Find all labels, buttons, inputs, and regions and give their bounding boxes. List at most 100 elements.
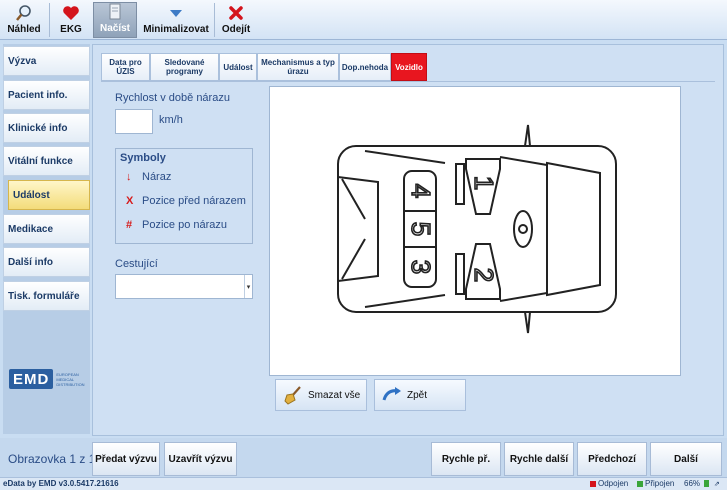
symbol-label: Pozice po nárazu [142, 219, 227, 231]
speed-unit: km/h [159, 114, 183, 126]
button-label: Rychle př. [441, 453, 491, 465]
passenger-select[interactable]: ▾ [115, 274, 253, 299]
sidebar-item-label: Událost [13, 189, 50, 201]
emd-logo: EMD EUROPEAN MEDICAL DISTRIBUTION [9, 368, 87, 390]
passenger-label: Cestující [115, 258, 158, 270]
speed-input[interactable] [115, 109, 153, 134]
exit-button[interactable]: Odejít [216, 2, 256, 38]
sidebar-item-other-info[interactable]: Další info [3, 247, 90, 277]
sidebar-item-print-forms[interactable]: Tisk. formuláře [3, 281, 90, 311]
close-call-button[interactable]: Uzavřít výzvu [164, 442, 237, 476]
car-body [337, 145, 617, 313]
exit-label: Odejít [221, 24, 251, 35]
arrow-down-icon [165, 4, 187, 22]
back-label: Zpět [407, 389, 428, 401]
sidebar-item-label: Vitální funkce [8, 155, 73, 167]
button-label: Předchozí [588, 453, 636, 465]
tab-uzis-data[interactable]: Data pro ÚZIS [101, 53, 150, 81]
vehicle-content: Rychlost v době nárazu km/h Symboly ↓ Nár… [101, 81, 715, 431]
side-line [364, 150, 446, 164]
tab-bar: Data pro ÚZIS Sledované programy Událost… [101, 53, 427, 81]
car-diagram: 4 5 3 1 2 [337, 124, 617, 334]
sidebar-item-event[interactable]: Událost [8, 180, 90, 210]
hash-icon: # [126, 219, 133, 231]
side-line [499, 156, 548, 166]
mirror-top [524, 124, 531, 147]
disconnected-label: Odpojen [598, 479, 629, 488]
screen-counter: Obrazovka 1 z 1 [8, 452, 96, 466]
tab-injury-mechanism[interactable]: Mechanismus a typ úrazu [257, 53, 339, 81]
quick-previous-button[interactable]: Rychle př. [431, 442, 501, 476]
windshield [546, 161, 601, 297]
seat-label-5[interactable]: 5 [405, 221, 437, 237]
back-button[interactable]: Zpět [374, 379, 466, 411]
tab-label: Událost [223, 62, 253, 72]
hand-over-call-button[interactable]: Předat výzvu [92, 442, 160, 476]
close-icon [225, 4, 247, 22]
sidebar-item-vyzva[interactable]: Výzva [3, 46, 90, 76]
sidebar-item-clinical-info[interactable]: Klinické info [3, 113, 90, 143]
seat-label-3[interactable]: 3 [405, 259, 437, 275]
toolbar: Náhled EKG Načíst Minimalizovat Odejít [0, 0, 727, 40]
impact-arrow-icon: ↓ [126, 171, 132, 183]
sidebar-item-medication[interactable]: Medikace [3, 214, 90, 244]
zoom-label: 66% [684, 479, 701, 488]
version-text: eData by EMD v3.0.5417.21616 [3, 479, 119, 488]
minimize-button[interactable]: Minimalizovat [140, 2, 212, 38]
cross-icon: X [126, 195, 134, 207]
sidebar-item-label: Další info [8, 256, 54, 268]
mirror-bottom [524, 311, 531, 334]
sidebar-item-label: Tisk. formuláře [8, 290, 80, 302]
seat-label-4[interactable]: 4 [405, 183, 437, 199]
preview-button[interactable]: Náhled [4, 2, 44, 38]
sidebar-item-vital-functions[interactable]: Vitální funkce [3, 146, 90, 176]
sidebar-item-patient-info[interactable]: Pacient info. [3, 80, 90, 110]
bottom-bar: Obrazovka 1 z 1 Předat výzvu Uzavřít výz… [0, 438, 727, 477]
resize-grip-icon[interactable]: ⇗ [714, 480, 720, 488]
sidebar-item-label: Pacient info. [8, 89, 68, 101]
button-label: Uzavřít výzvu [168, 453, 233, 465]
previous-button[interactable]: Předchozí [577, 442, 647, 476]
quick-next-button[interactable]: Rychle další [504, 442, 574, 476]
tab-event[interactable]: Událost [219, 53, 257, 81]
ekg-button[interactable]: EKG [52, 2, 90, 38]
rear-line [341, 238, 366, 280]
battery-icon [704, 480, 710, 487]
logo-text: EMD [9, 369, 54, 389]
heart-icon [60, 4, 82, 22]
rear-line [341, 178, 366, 220]
next-button[interactable]: Další [650, 442, 722, 476]
undo-arrow-icon [381, 384, 403, 406]
seat-label-1[interactable]: 1 [468, 175, 500, 191]
toolbar-divider [49, 3, 50, 37]
disconnected-icon [590, 480, 596, 487]
headrest-2 [455, 253, 465, 295]
load-button[interactable]: Načíst [93, 2, 137, 38]
side-line [364, 294, 446, 308]
symbol-label: Pozice před nárazem [142, 195, 246, 207]
main-panel: Data pro ÚZIS Sledované programy Událost… [92, 44, 724, 436]
minimize-label: Minimalizovat [143, 24, 209, 35]
headrest-1 [455, 163, 465, 205]
sidebar-item-label: Medikace [8, 223, 54, 235]
seat-label-2[interactable]: 2 [468, 267, 500, 283]
tab-label: Vozidlo [395, 62, 423, 72]
connected-icon [637, 480, 643, 487]
broom-icon [282, 384, 304, 406]
tab-label: Mechanismus a typ úrazu [261, 58, 335, 76]
vehicle-diagram-canvas[interactable]: 4 5 3 1 2 [269, 86, 681, 376]
tab-monitored-programs[interactable]: Sledované programy [150, 53, 219, 81]
tab-vehicle[interactable]: Vozidlo [391, 53, 427, 81]
side-line [499, 292, 548, 302]
symbol-position-before: X Pozice před nárazem [126, 195, 246, 207]
magnifier-icon [13, 4, 35, 22]
zoom-status: 66% ⇗ [684, 479, 720, 488]
symbols-legend: Symboly ↓ Náraz X Pozice před nárazem # Poz… [115, 148, 253, 244]
clear-all-button[interactable]: Smazat vše [275, 379, 367, 411]
dropdown-arrow-icon[interactable]: ▾ [244, 275, 252, 298]
ekg-label: EKG [60, 24, 82, 35]
rear-window [337, 176, 379, 282]
gear-knob-center [518, 224, 528, 234]
tab-traffic-accident[interactable]: Dop.nehoda [339, 53, 391, 81]
preview-label: Náhled [7, 24, 41, 35]
